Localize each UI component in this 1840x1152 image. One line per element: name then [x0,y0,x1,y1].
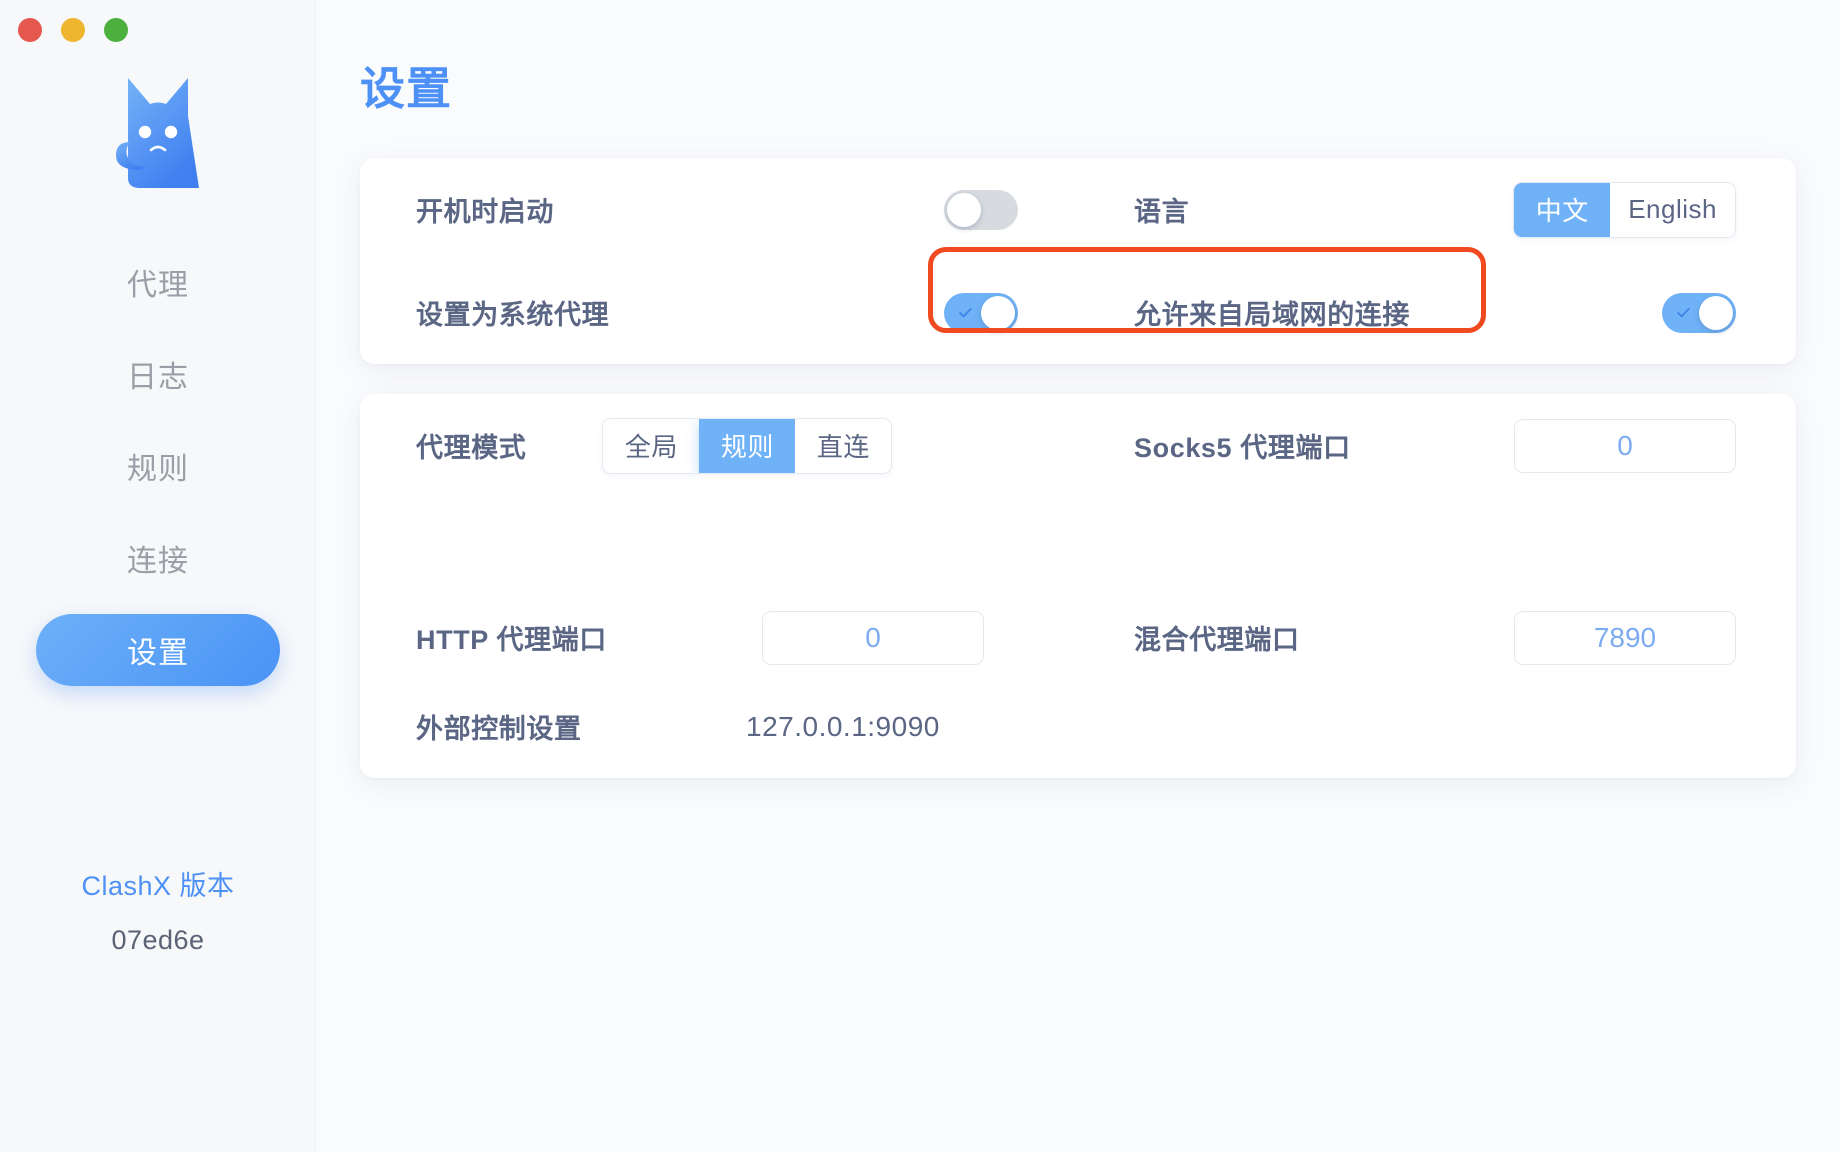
clashx-window: 代理 日志 规则 连接 设置 ClashX 版本 07ed6e 设置 开机时启动… [0,0,1840,1152]
sidebar-item-connections[interactable]: 连接 [0,512,316,604]
toggle-knob [981,295,1015,330]
check-icon [957,304,974,321]
row-external-controller: 外部控制设置 127.0.0.1:9090 [360,675,1078,778]
sidebar-item-rules[interactable]: 规则 [0,420,316,512]
minimize-window-button[interactable] [61,18,85,42]
zoom-window-button[interactable] [104,18,128,42]
language-label: 语言 [1134,197,1190,227]
sidebar-item-logs[interactable]: 日志 [0,328,316,420]
version-hash: 07ed6e [111,925,205,955]
page-title: 设置 [360,63,453,114]
general-settings-card: 开机时启动 语言 中文 English 设置为系统代理 允许来自局域网的连接 [360,158,1796,364]
sidebar-item-label: 日志 [127,361,189,394]
socks5-port-input[interactable] [1514,418,1736,473]
proxy-mode-option-rule[interactable]: 规则 [699,418,796,473]
http-port-label: HTTP 代理端口 [416,625,607,655]
sidebar-item-label: 连接 [127,545,189,578]
version-title[interactable]: ClashX 版本 [0,864,316,903]
mixed-port-input[interactable] [1514,610,1736,665]
system-proxy-label: 设置为系统代理 [416,300,610,330]
external-controller-label: 外部控制设置 [416,714,582,744]
proxy-mode-label: 代理模式 [416,433,527,463]
row-system-proxy: 设置为系统代理 [360,261,1078,364]
system-proxy-toggle[interactable] [944,292,1018,333]
row-socks5-port: Socks5 代理端口 [1078,394,1796,497]
sidebar: 代理 日志 规则 连接 设置 ClashX 版本 07ed6e [0,0,316,1152]
close-window-button[interactable] [18,18,42,42]
row-launch-at-login: 开机时启动 [360,158,1078,261]
row-proxy-mode: 代理模式 全局 规则 直连 [360,394,1078,497]
language-option-chinese[interactable]: 中文 [1514,182,1611,237]
window-traffic-lights [18,18,128,42]
app-logo [0,70,316,200]
allow-lan-label: 允许来自局域网的连接 [1134,300,1410,330]
sidebar-item-settings[interactable]: 设置 [0,604,316,696]
proxy-mode-segmented-control: 全局 规则 直连 [602,417,893,474]
toggle-knob [1699,295,1733,330]
row-mixed-port: 混合代理端口 [1078,586,1796,689]
http-port-input[interactable] [762,610,984,665]
language-option-english[interactable]: English [1610,182,1735,237]
allow-lan-toggle[interactable] [1662,292,1736,333]
proxy-mode-option-direct[interactable]: 直连 [795,418,892,473]
check-icon [1675,304,1692,321]
sidebar-item-label: 代理 [127,269,189,302]
mixed-port-label: 混合代理端口 [1134,625,1300,655]
language-segmented-control: 中文 English [1513,181,1736,238]
sidebar-item-label: 规则 [127,453,189,486]
external-controller-value[interactable]: 127.0.0.1:9090 [746,711,940,743]
launch-at-login-toggle[interactable] [944,189,1018,230]
row-allow-lan: 允许来自局域网的连接 [1078,261,1796,364]
cat-logo-icon [116,78,199,188]
content-area: 设置 开机时启动 语言 中文 English 设置为系统代理 允许来自局域网的连… [316,0,1840,1152]
row-http-port: HTTP 代理端口 [360,586,1078,689]
proxy-settings-card: 代理模式 全局 规则 直连 Socks5 代理端口 0 HTTP 代理端口 0 … [360,394,1796,778]
sidebar-nav: 代理 日志 规则 连接 设置 [0,236,316,696]
version-info: ClashX 版本 07ed6e [0,864,316,956]
sidebar-item-proxies[interactable]: 代理 [0,236,316,328]
row-language: 语言 中文 English [1078,158,1796,261]
toggle-knob [947,192,981,227]
sidebar-item-label: 设置 [127,637,189,670]
launch-at-login-label: 开机时启动 [416,197,554,227]
socks5-port-label: Socks5 代理端口 [1134,433,1351,463]
proxy-mode-option-global[interactable]: 全局 [603,418,700,473]
